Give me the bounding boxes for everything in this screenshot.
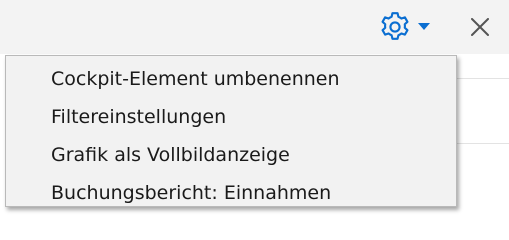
menu-item-fullscreen-chart[interactable]: Grafik als Vollbildanzeige [6,136,456,174]
settings-dropdown-menu: Cockpit-Element umbenennen Filtereinstel… [5,55,457,207]
window-titlebar [0,0,509,54]
settings-menu-button[interactable] [372,7,434,45]
close-icon [471,18,489,36]
content-panel [448,78,509,144]
close-button[interactable] [462,10,498,44]
caret-down-icon [418,23,430,30]
menu-item-filter-settings[interactable]: Filtereinstellungen [6,98,456,136]
menu-item-rename-cockpit-element[interactable]: Cockpit-Element umbenennen [6,60,456,98]
menu-item-booking-report-income[interactable]: Buchungsbericht: Einnahmen [6,174,456,212]
gear-icon [381,12,409,40]
